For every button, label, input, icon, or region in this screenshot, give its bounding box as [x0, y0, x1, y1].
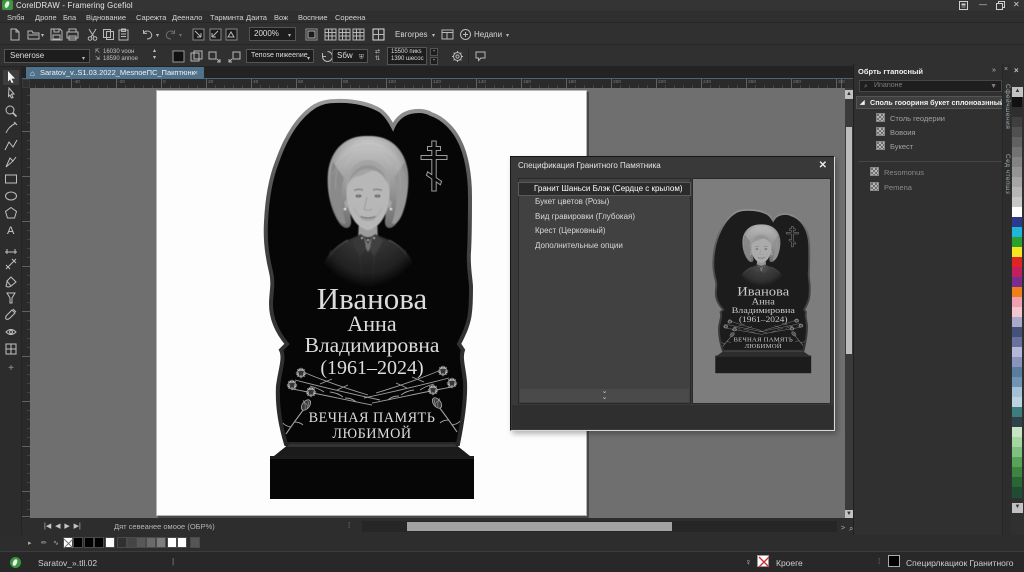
svg-text:A: A	[7, 225, 15, 237]
